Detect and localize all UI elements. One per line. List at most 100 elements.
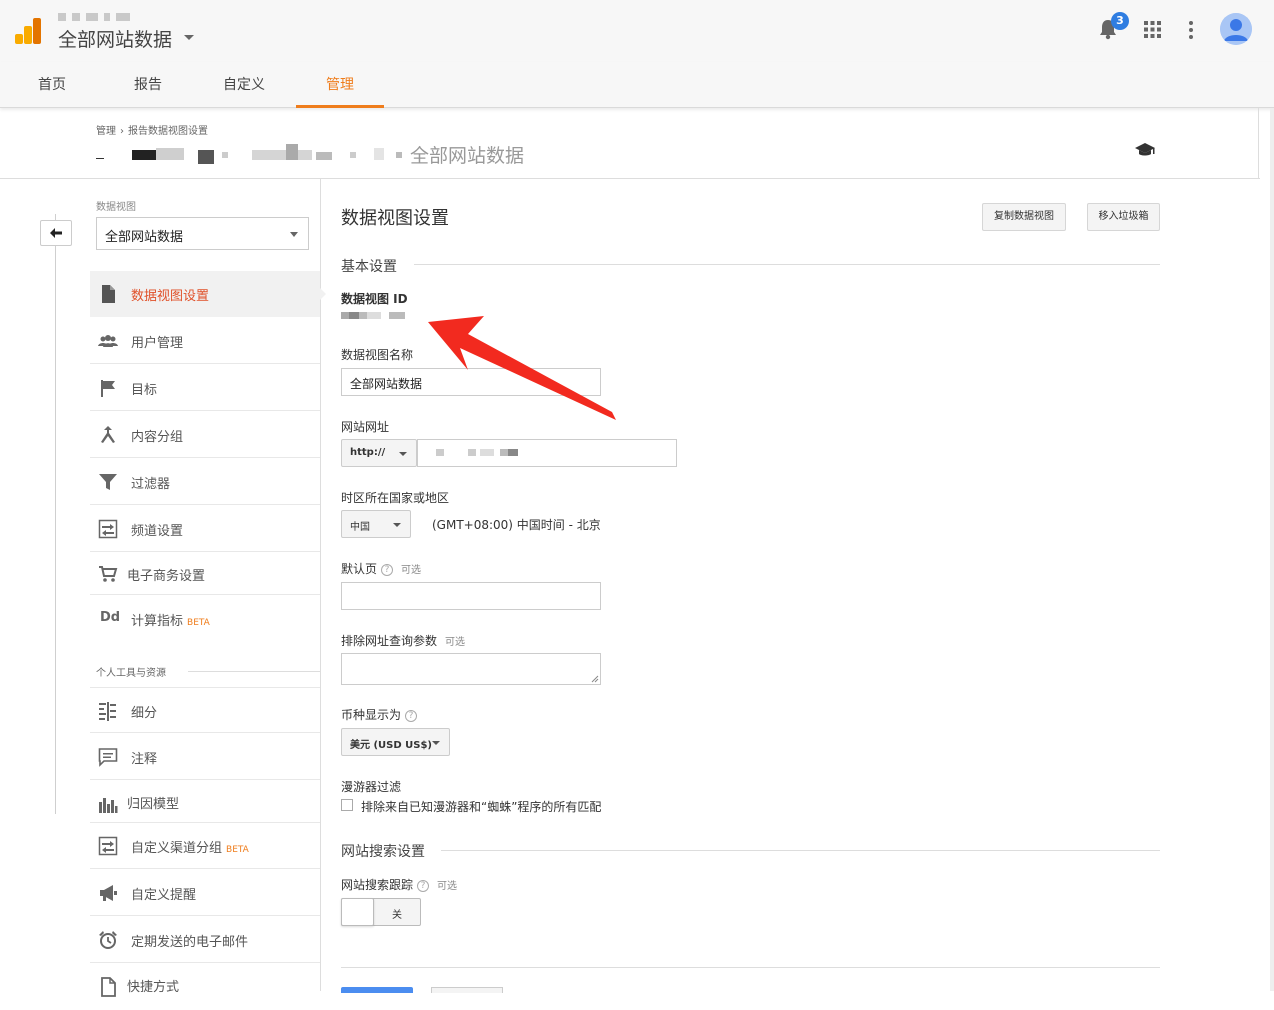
chevron-down-icon: [290, 232, 298, 237]
graduation-cap-icon[interactable]: [1134, 142, 1156, 158]
custom-channel-icon: [98, 836, 118, 856]
site-search-settings-title: 网站搜索设置: [341, 844, 425, 860]
property-dropdown-caret-icon[interactable]: [184, 35, 194, 40]
sidebar-item-label: 频道设置: [131, 524, 184, 539]
view-name-label: 数据视图名称: [341, 348, 414, 362]
sidebar-item-view-settings[interactable]: 数据视图设置: [90, 271, 320, 317]
content-group-icon: [101, 426, 115, 443]
sidebar-item-label: 自定义渠道分组 BETA: [131, 837, 249, 856]
resize-grip-icon[interactable]: [591, 675, 599, 683]
sidebar-item-scheduled-emails[interactable]: 定期发送的电子邮件: [90, 917, 320, 963]
website-url-label: 网站网址: [341, 420, 390, 434]
tab-home[interactable]: 首页: [20, 62, 84, 108]
breadcrumb-admin-link[interactable]: 管理: [96, 126, 116, 137]
currency-label-text: 币种显示为: [341, 708, 402, 722]
scrollbar-track[interactable]: [1270, 108, 1274, 991]
sidebar-item-ecommerce[interactable]: 电子商务设置: [90, 551, 320, 595]
megaphone-icon: [100, 885, 117, 901]
more-vert-icon[interactable]: [1188, 20, 1194, 40]
chevron-down-icon: [393, 523, 401, 527]
optional-text: 可选: [445, 637, 466, 648]
main-nav: 首页 报告 自定义 管理: [0, 62, 1274, 108]
tools-section-title: 个人工具与资源: [96, 668, 166, 679]
document-icon: [102, 285, 115, 303]
protocol-value: http://: [350, 447, 386, 458]
website-url-input[interactable]: [417, 439, 677, 467]
tab-reports[interactable]: 报告: [116, 62, 180, 108]
sidebar-item-goals[interactable]: 目标: [90, 365, 320, 411]
sidebar-item-label: 电子商务设置: [127, 569, 206, 584]
sidebar-item-label: 内容分组: [131, 430, 184, 445]
user-avatar-icon[interactable]: [1220, 13, 1252, 45]
bot-filter-checkbox[interactable]: [341, 799, 353, 811]
cart-icon: [99, 566, 118, 582]
site-search-rule: [441, 850, 1160, 851]
sidebar-item-label: 计算指标 BETA: [131, 610, 210, 629]
back-arrow-icon: [50, 228, 62, 238]
timezone-value[interactable]: (GMT+08:00) 中国时间 - 北京: [432, 516, 601, 533]
sidebar-item-custom-channel-grouping[interactable]: 自定义渠道分组 BETA: [90, 823, 320, 869]
sidebar-item-segments[interactable]: 细分: [90, 687, 320, 733]
sidebar-item-custom-alerts[interactable]: 自定义提醒: [90, 870, 320, 916]
notification-count-badge: 3: [1111, 12, 1129, 30]
view-selector-value: 全部网站数据: [105, 230, 184, 245]
collapse-back-button[interactable]: [40, 220, 72, 246]
optional-text: 可选: [437, 881, 458, 892]
active-item-pointer: [320, 288, 326, 300]
sidebar-item-label: 细分: [131, 706, 158, 721]
top-bar: 全部网站数据 3: [0, 0, 1274, 62]
url-value-redacted: [436, 449, 536, 457]
optional-text: 可选: [401, 565, 422, 576]
chevron-down-icon: [432, 741, 440, 745]
view-name-heading: 全部网站数据: [410, 145, 525, 167]
default-page-label-text: 默认页: [341, 562, 378, 576]
apps-grid-icon[interactable]: [1144, 21, 1161, 38]
property-title[interactable]: 全部网站数据: [58, 25, 172, 52]
sidebar-item-filters[interactable]: 过滤器: [90, 459, 320, 505]
sidebar-item-label: 注释: [131, 752, 158, 767]
help-icon[interactable]: ?: [381, 563, 394, 576]
site-search-toggle[interactable]: 关: [341, 898, 421, 926]
basic-settings-title: 基本设置: [341, 259, 397, 275]
currency-dropdown[interactable]: 美元 (USD US$): [341, 728, 450, 756]
analytics-logo-icon[interactable]: [14, 17, 42, 45]
sidebar-item-content-grouping[interactable]: 内容分组: [90, 412, 320, 458]
currency-label: 币种显示为?: [341, 706, 418, 723]
basic-settings-rule: [414, 264, 1160, 265]
breadcrumb-current: 报告数据视图设置: [128, 126, 208, 137]
bot-filter-checkbox-label[interactable]: 排除来自已知漫游器和“蜘蛛”程序的所有匹配: [361, 798, 601, 815]
filter-icon: [99, 474, 117, 490]
sidebar-rail: [55, 214, 56, 814]
move-to-trash-button[interactable]: 移入垃圾箱: [1087, 203, 1160, 231]
account-name-redacted: [58, 13, 158, 23]
breadcrumb-separator: ›: [120, 126, 124, 137]
help-icon[interactable]: ?: [405, 709, 418, 722]
sidebar-item-label: 定期发送的电子邮件: [131, 935, 249, 950]
annotation-arrow-icon: [428, 316, 616, 420]
country-value: 中国: [350, 522, 370, 533]
view-selector[interactable]: 全部网站数据: [96, 217, 309, 250]
tab-admin[interactable]: 管理: [296, 62, 384, 108]
copy-view-button[interactable]: 复制数据视图: [982, 203, 1066, 231]
dd-icon: Dd: [100, 610, 121, 625]
sidebar-item-calculated-metrics[interactable]: Dd 计算指标 BETA: [90, 596, 320, 642]
cancel-button[interactable]: [431, 987, 503, 993]
sidebar-item-annotations[interactable]: 注释: [90, 734, 320, 780]
protocol-dropdown[interactable]: http://: [341, 439, 417, 467]
header-divider: [0, 178, 1260, 179]
sidebar-item-user-management[interactable]: 用户管理: [90, 318, 320, 364]
annotation-icon: [98, 748, 118, 767]
site-search-tracking-label-text: 网站搜索跟踪: [341, 878, 414, 892]
view-id-value-redacted: [341, 312, 405, 320]
sidebar-item-label: 自定义提醒: [131, 888, 197, 903]
country-dropdown[interactable]: 中国: [341, 510, 411, 538]
save-button[interactable]: [341, 987, 413, 993]
sidebar-item-attribution-models[interactable]: 归因模型: [90, 781, 320, 823]
sidebar-item-channel-settings[interactable]: 频道设置: [90, 506, 320, 552]
tab-customization[interactable]: 自定义: [206, 62, 282, 108]
sidebar-item-shortcuts[interactable]: 快捷方式: [90, 964, 320, 1010]
beta-badge: BETA: [187, 618, 210, 628]
default-page-input[interactable]: [341, 582, 601, 610]
exclude-params-textarea[interactable]: [341, 653, 601, 685]
help-icon[interactable]: ?: [417, 879, 430, 892]
